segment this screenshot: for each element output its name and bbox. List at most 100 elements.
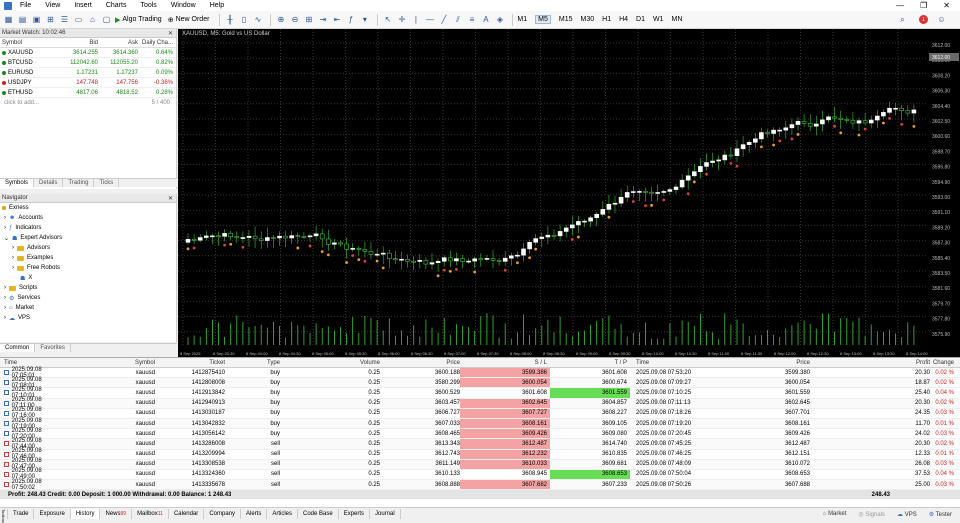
expand-icon[interactable]: ›: [4, 315, 6, 321]
minimize-icon[interactable]: —: [896, 1, 904, 10]
history-row[interactable]: 2025.09.08 07:50:02 xauusd 1413335678 sell 0…: [0, 479, 960, 491]
tab-journal[interactable]: Journal: [370, 509, 401, 519]
vertical-line-icon[interactable]: |: [410, 13, 421, 26]
tf-h4[interactable]: H4: [619, 16, 628, 23]
tab-code-base[interactable]: Code Base: [298, 509, 339, 519]
col-type[interactable]: Type: [225, 360, 280, 366]
menu-window[interactable]: Window: [171, 2, 196, 9]
new-order-button[interactable]: ⊕ New Order: [168, 16, 210, 24]
col-change[interactable]: Change: [930, 360, 960, 366]
tf-m5[interactable]: M5: [535, 15, 551, 24]
nav-x[interactable]: ☗ X: [0, 273, 176, 283]
history-row[interactable]: 2025.09.08 07:08:01 xauusd 1412808008 buy 0.…: [0, 377, 960, 389]
history-row[interactable]: 2025.09.08 07:16:00 xauusd 1413030187 buy 0.…: [0, 407, 960, 419]
tab-trade[interactable]: Trade: [8, 509, 35, 519]
menu-file[interactable]: File: [20, 2, 31, 9]
tab-calendar[interactable]: Calendar: [169, 509, 205, 519]
header-ask[interactable]: Ask: [100, 40, 140, 46]
market-watch-row[interactable]: ETHUSD 4817.06 4818.52 0.28%: [0, 88, 176, 98]
nav-services[interactable]: › ⚙ Services: [0, 293, 176, 303]
col-sl[interactable]: S / L: [460, 358, 550, 367]
tab-history[interactable]: History: [70, 509, 101, 519]
market-link[interactable]: ⌂ Market: [823, 511, 847, 518]
market-watch-row[interactable]: XAUUSD 3614.255 3614.360 0.64%: [0, 48, 176, 58]
templates-icon[interactable]: ▾: [359, 13, 370, 26]
candlestick-icon[interactable]: ▯: [238, 13, 249, 26]
nav-scripts[interactable]: › Scripts: [0, 283, 176, 293]
expand-icon[interactable]: ›: [12, 245, 14, 251]
menu-insert[interactable]: Insert: [74, 2, 92, 9]
col-price[interactable]: Price: [380, 360, 460, 366]
tab-symbols[interactable]: Symbols: [0, 179, 35, 187]
line-chart-icon[interactable]: ∿: [252, 13, 263, 26]
market-watch-row[interactable]: EURUSD 1.17231 1.17237 0.09%: [0, 68, 176, 78]
menu-charts[interactable]: Charts: [106, 2, 127, 9]
nav-free-robots[interactable]: › Free Robots: [0, 263, 176, 273]
channel-icon[interactable]: ⫽: [452, 13, 463, 26]
tab-exposure[interactable]: Exposure: [34, 509, 71, 519]
price-chart[interactable]: 3612.00 3610.10 3608.20 3606.30 3604.40 3602.…: [178, 29, 960, 357]
nav-market[interactable]: › ⌂ Market: [0, 303, 176, 313]
shapes-icon[interactable]: ◈: [494, 13, 505, 26]
data-window-icon[interactable]: ⊞: [45, 13, 56, 26]
expand-icon[interactable]: ›: [4, 225, 6, 231]
signals-link[interactable]: ◎ Signals: [858, 511, 885, 518]
crosshair-icon[interactable]: ✛: [396, 13, 407, 26]
tf-m30[interactable]: M30: [581, 16, 595, 23]
history-row[interactable]: 2025.09.08 07:05:01 xauusd 1412875410 buy 0.…: [0, 367, 960, 379]
add-symbol-link[interactable]: click to add...: [4, 100, 39, 106]
tab-details[interactable]: Details: [34, 179, 64, 187]
tf-h1[interactable]: H1: [602, 16, 611, 23]
tab-company[interactable]: Company: [204, 509, 241, 519]
close-icon[interactable]: ✕: [168, 195, 176, 202]
nav-accounts[interactable]: › ☻ Accounts: [0, 213, 176, 223]
tab-news[interactable]: News 99: [100, 509, 133, 519]
tf-m15[interactable]: M15: [559, 16, 573, 23]
autoscroll-icon[interactable]: ⇥: [317, 13, 328, 26]
history-row[interactable]: 2025.09.08 07:49:00 xauusd 1413324360 sell 0…: [0, 468, 960, 480]
terminal-icon[interactable]: ▭: [73, 13, 84, 26]
chart-shift-icon[interactable]: ⇤: [331, 13, 342, 26]
nav-vps[interactable]: › ☁ VPS: [0, 313, 176, 323]
zoom-in-icon[interactable]: ⊕: [275, 13, 286, 26]
search-icon[interactable]: ⌕: [897, 13, 908, 26]
history-row[interactable]: 2025.09.08 07:19:00 xauusd 1413042832 buy 0.…: [0, 418, 960, 430]
tab-ticks[interactable]: Ticks: [94, 179, 120, 187]
expand-icon[interactable]: ›: [4, 285, 6, 291]
navigator-icon[interactable]: ☰: [59, 13, 70, 26]
col-close-time[interactable]: Time: [630, 360, 710, 366]
profiles-icon[interactable]: ▤: [17, 13, 28, 26]
close-icon[interactable]: ✕: [943, 1, 950, 10]
expand-icon[interactable]: ›: [4, 295, 6, 301]
tf-m1[interactable]: M1: [517, 16, 527, 23]
header-bid[interactable]: Bid: [58, 40, 100, 46]
history-row[interactable]: 2025.09.08 07:47:00 xauusd 1413308538 sell 0…: [0, 458, 960, 470]
chart-canvas[interactable]: 3612.003610.103608.203606.303604.403602.…: [178, 29, 960, 357]
account-icon[interactable]: ☺: [936, 13, 947, 26]
col-symbol[interactable]: Symbol: [60, 360, 155, 366]
header-symbol[interactable]: Symbol: [0, 40, 58, 46]
tab-common[interactable]: Common: [0, 344, 36, 352]
trendline-icon[interactable]: ╱: [438, 13, 449, 26]
expand-icon[interactable]: ›: [4, 215, 6, 221]
tab-alerts[interactable]: Alerts: [241, 509, 268, 519]
tab-articles[interactable]: Articles: [267, 509, 299, 519]
fibonacci-icon[interactable]: ≡: [466, 13, 477, 26]
col-time[interactable]: Time: [0, 360, 60, 366]
horizontal-line-icon[interactable]: —: [424, 13, 435, 26]
col-volume[interactable]: Volume: [280, 360, 380, 366]
market-watch-row[interactable]: USDJPY 147.748 147.756 -0.36%: [0, 78, 176, 88]
vps-link[interactable]: ☁ VPS: [897, 511, 917, 518]
indicators-icon[interactable]: ƒ: [345, 13, 356, 26]
tab-experts[interactable]: Experts: [339, 509, 371, 519]
market-watch-row[interactable]: BTCUSD 112042.60 112055.20 0.82%: [0, 58, 176, 68]
expand-icon[interactable]: ›: [4, 305, 6, 311]
nav-expert-advisors[interactable]: ⌄ ☗ Expert Advisors: [0, 233, 176, 243]
header-daily-change[interactable]: Daily Cha...: [140, 40, 176, 46]
bar-chart-icon[interactable]: ╫: [224, 13, 235, 26]
menu-view[interactable]: View: [45, 2, 60, 9]
collapse-icon[interactable]: ⌄: [4, 235, 9, 242]
tf-w1[interactable]: W1: [653, 16, 664, 23]
restore-icon[interactable]: ❐: [920, 1, 927, 10]
nav-root[interactable]: Exness: [0, 203, 176, 213]
